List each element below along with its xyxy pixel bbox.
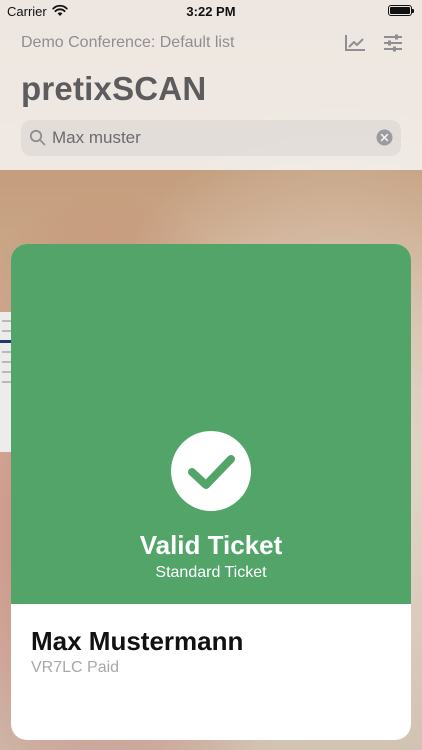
app-title: pretixSCAN (21, 70, 207, 107)
checkin-list-title[interactable]: Demo Conference: Default list (21, 34, 234, 52)
scan-result-card[interactable]: Valid Ticket Standard Ticket Max Musterm… (11, 244, 411, 740)
clear-search-icon[interactable] (376, 129, 393, 146)
clock: 3:22 PM (186, 4, 236, 19)
attendee-name: Max Mustermann (31, 626, 244, 656)
result-status-panel: Valid Ticket Standard Ticket (11, 244, 411, 604)
search-input[interactable]: Max muster (52, 128, 141, 148)
search-icon (29, 129, 46, 146)
navigation-area: Carrier 3:22 PM Demo Conference: Default… (0, 0, 422, 170)
chart-icon[interactable] (344, 34, 366, 52)
search-field[interactable]: Max muster (21, 120, 401, 156)
status-bar: Carrier 3:22 PM (0, 0, 422, 22)
nav-actions (344, 34, 404, 52)
filter-settings-icon[interactable] (382, 34, 404, 52)
order-info: VR7LC Paid (31, 659, 120, 676)
result-status-title: Valid Ticket (139, 530, 283, 560)
battery-icon (388, 5, 414, 16)
ticket-type-label: Standard Ticket (155, 564, 267, 581)
checkmark-icon (171, 431, 251, 511)
